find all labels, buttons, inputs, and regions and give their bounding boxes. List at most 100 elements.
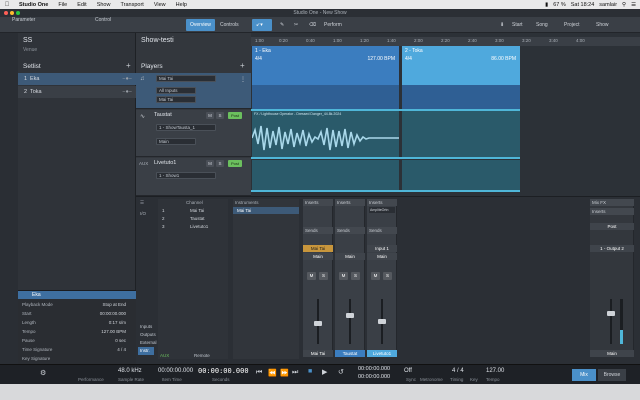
tempo-value[interactable]: 127.00 xyxy=(486,368,504,374)
item-settings-icon[interactable]: −●− xyxy=(122,89,136,95)
solo-button[interactable]: S xyxy=(216,112,224,119)
loop-icon[interactable]: ↺ xyxy=(338,368,344,376)
signature-value[interactable]: 4 / 4 xyxy=(452,368,464,374)
menu-help[interactable]: Help xyxy=(171,2,192,8)
tempo-field[interactable]: 127.00 BPM xyxy=(101,328,126,336)
send-select[interactable]: Main xyxy=(156,138,196,145)
mute-button[interactable]: M xyxy=(206,160,214,167)
playback-mode-select[interactable]: Stop at End xyxy=(102,301,126,309)
play-icon[interactable]: ▶ xyxy=(322,368,327,376)
instruments-button[interactable]: Instr. xyxy=(138,347,154,355)
audio-region[interactable] xyxy=(402,111,520,157)
mute-button[interactable]: M xyxy=(307,272,316,280)
inputs-button[interactable]: Inputs xyxy=(138,323,154,331)
aux-region[interactable] xyxy=(252,160,399,190)
player-track[interactable]: ♫ Mai Tai All Inputs Mai Tai ⋮ xyxy=(136,73,251,109)
strip-output-select[interactable]: Main xyxy=(303,253,333,260)
show-button[interactable]: Show xyxy=(592,19,613,31)
input-select[interactable]: All Inputs xyxy=(156,87,196,94)
add-setlist-item-icon[interactable]: + xyxy=(126,61,131,70)
solo-button[interactable]: S xyxy=(383,272,392,280)
menubar-user[interactable]: samlair xyxy=(599,2,617,8)
forward-end-icon[interactable]: ⏭ xyxy=(292,369,298,377)
player-track[interactable]: ∿ Taustat M S Post 1 - ShowTausta_1 Main xyxy=(136,110,251,157)
arrow-tool-icon[interactable]: ↙▾ xyxy=(252,19,272,31)
mute-button[interactable]: M xyxy=(371,272,380,280)
menu-view[interactable]: View xyxy=(149,2,171,8)
inserts-header[interactable]: Inserts xyxy=(303,199,333,206)
position-seconds[interactable]: 00:00:00.000 xyxy=(198,367,249,375)
mix-fx-header[interactable]: Mix FX xyxy=(590,199,634,206)
solo-button[interactable]: S xyxy=(319,272,328,280)
aux-button[interactable]: AUX xyxy=(160,353,169,358)
song-section[interactable]: 2 - Toka 4/4 86.00 BPM xyxy=(402,46,520,85)
channel-row[interactable]: 3 Livetuto1 xyxy=(158,223,228,230)
tab-overview[interactable]: Overview xyxy=(186,19,215,31)
perform-button[interactable]: Perform xyxy=(320,19,346,31)
menu-list-icon[interactable]: ☰ xyxy=(631,2,636,8)
track-name-field[interactable]: Mai Tai xyxy=(156,75,216,82)
close-window-icon[interactable] xyxy=(4,11,8,15)
volume-fader[interactable] xyxy=(314,299,322,344)
post-button[interactable]: Post xyxy=(228,160,242,167)
fader-cap[interactable] xyxy=(346,313,354,318)
post-button[interactable]: Post xyxy=(228,112,242,119)
fader-cap[interactable] xyxy=(314,321,322,326)
scissors-tool-icon[interactable]: ✂ xyxy=(290,19,302,31)
timeline-ruler[interactable]: 1:00 0:20 0:40 1:00 1:20 1:40 2:00 2:20 … xyxy=(251,37,640,46)
menu-edit[interactable]: Edit xyxy=(72,2,91,8)
pencil-tool-icon[interactable]: ✎ xyxy=(276,19,288,31)
tab-controls[interactable]: Controls xyxy=(216,19,243,31)
apple-icon[interactable]:  xyxy=(0,2,14,8)
remote-button[interactable]: Remote xyxy=(194,353,210,358)
region-select[interactable]: 1 - Show1 xyxy=(156,172,216,179)
channel-list-toggle-icon[interactable]: ☰ xyxy=(140,200,144,206)
mix-button[interactable]: Mix xyxy=(572,369,596,381)
sync-value[interactable]: Off xyxy=(404,368,412,374)
sends-header[interactable]: Sends xyxy=(335,227,365,234)
solo-button[interactable]: S xyxy=(351,272,360,280)
fast-forward-icon[interactable]: ⏩ xyxy=(280,369,289,377)
fader-cap[interactable] xyxy=(378,319,386,324)
menu-transport[interactable]: Transport xyxy=(115,2,148,8)
search-icon[interactable]: ⚲ xyxy=(622,2,626,8)
main-output-select[interactable]: 1 - Output 2 xyxy=(590,245,634,252)
battery-icon[interactable]: ▮ xyxy=(545,2,548,8)
main-post-button[interactable]: Post xyxy=(590,223,634,230)
insert-slot[interactable]: AmpliteOrtn xyxy=(369,207,395,213)
track-settings-icon[interactable]: ⋮ xyxy=(240,76,246,83)
item-settings-icon[interactable]: −●− xyxy=(122,76,136,82)
setlist-item[interactable]: 2 Toka −●− xyxy=(18,86,136,98)
rewind-icon[interactable]: ⏪ xyxy=(268,369,277,377)
strip-output-select[interactable]: Main xyxy=(367,253,397,260)
instrument-row[interactable]: Mai Tai xyxy=(233,207,299,214)
setlist-item[interactable]: 1 Eka −●− xyxy=(18,73,136,85)
time-signature-field[interactable]: 4 / 4 xyxy=(117,346,126,354)
eraser-tool-icon[interactable]: ⌫ xyxy=(305,19,320,31)
menu-app[interactable]: Studio One xyxy=(14,2,53,8)
external-button[interactable]: External xyxy=(138,339,157,347)
instrument-lane-1[interactable] xyxy=(252,85,399,109)
pause-field[interactable]: 0 sec xyxy=(115,337,126,345)
sends-header[interactable]: Sends xyxy=(303,227,333,234)
start-button[interactable]: Start xyxy=(508,19,527,31)
sends-header[interactable]: Sends xyxy=(367,227,397,234)
start-field[interactable]: 00:00:00.000 xyxy=(100,310,126,318)
aux-region[interactable] xyxy=(402,160,520,190)
browse-button[interactable]: Browse xyxy=(598,369,626,381)
download-icon[interactable]: ⬇ xyxy=(496,19,508,31)
volume-fader[interactable] xyxy=(346,299,354,344)
io-label[interactable]: I/O xyxy=(140,211,146,216)
inserts-header[interactable]: Inserts xyxy=(367,199,397,206)
volume-fader[interactable] xyxy=(378,299,386,344)
length-field[interactable]: 0:17 s/m xyxy=(109,319,126,327)
menubar-clock[interactable]: Sat 18:24 xyxy=(571,2,595,8)
song-button[interactable]: Song xyxy=(532,19,552,31)
loop-end-time[interactable]: 00:00:00.000 xyxy=(358,374,390,380)
fader-cap[interactable] xyxy=(607,311,615,316)
main-volume-fader[interactable] xyxy=(607,299,615,344)
loop-start-time[interactable]: 00:00:00.000 xyxy=(358,366,390,372)
stop-icon[interactable]: ■ xyxy=(308,368,312,375)
solo-button[interactable]: S xyxy=(216,160,224,167)
player-track[interactable]: AUX Livetuto1 M S Post 1 - Show1 xyxy=(136,158,251,196)
